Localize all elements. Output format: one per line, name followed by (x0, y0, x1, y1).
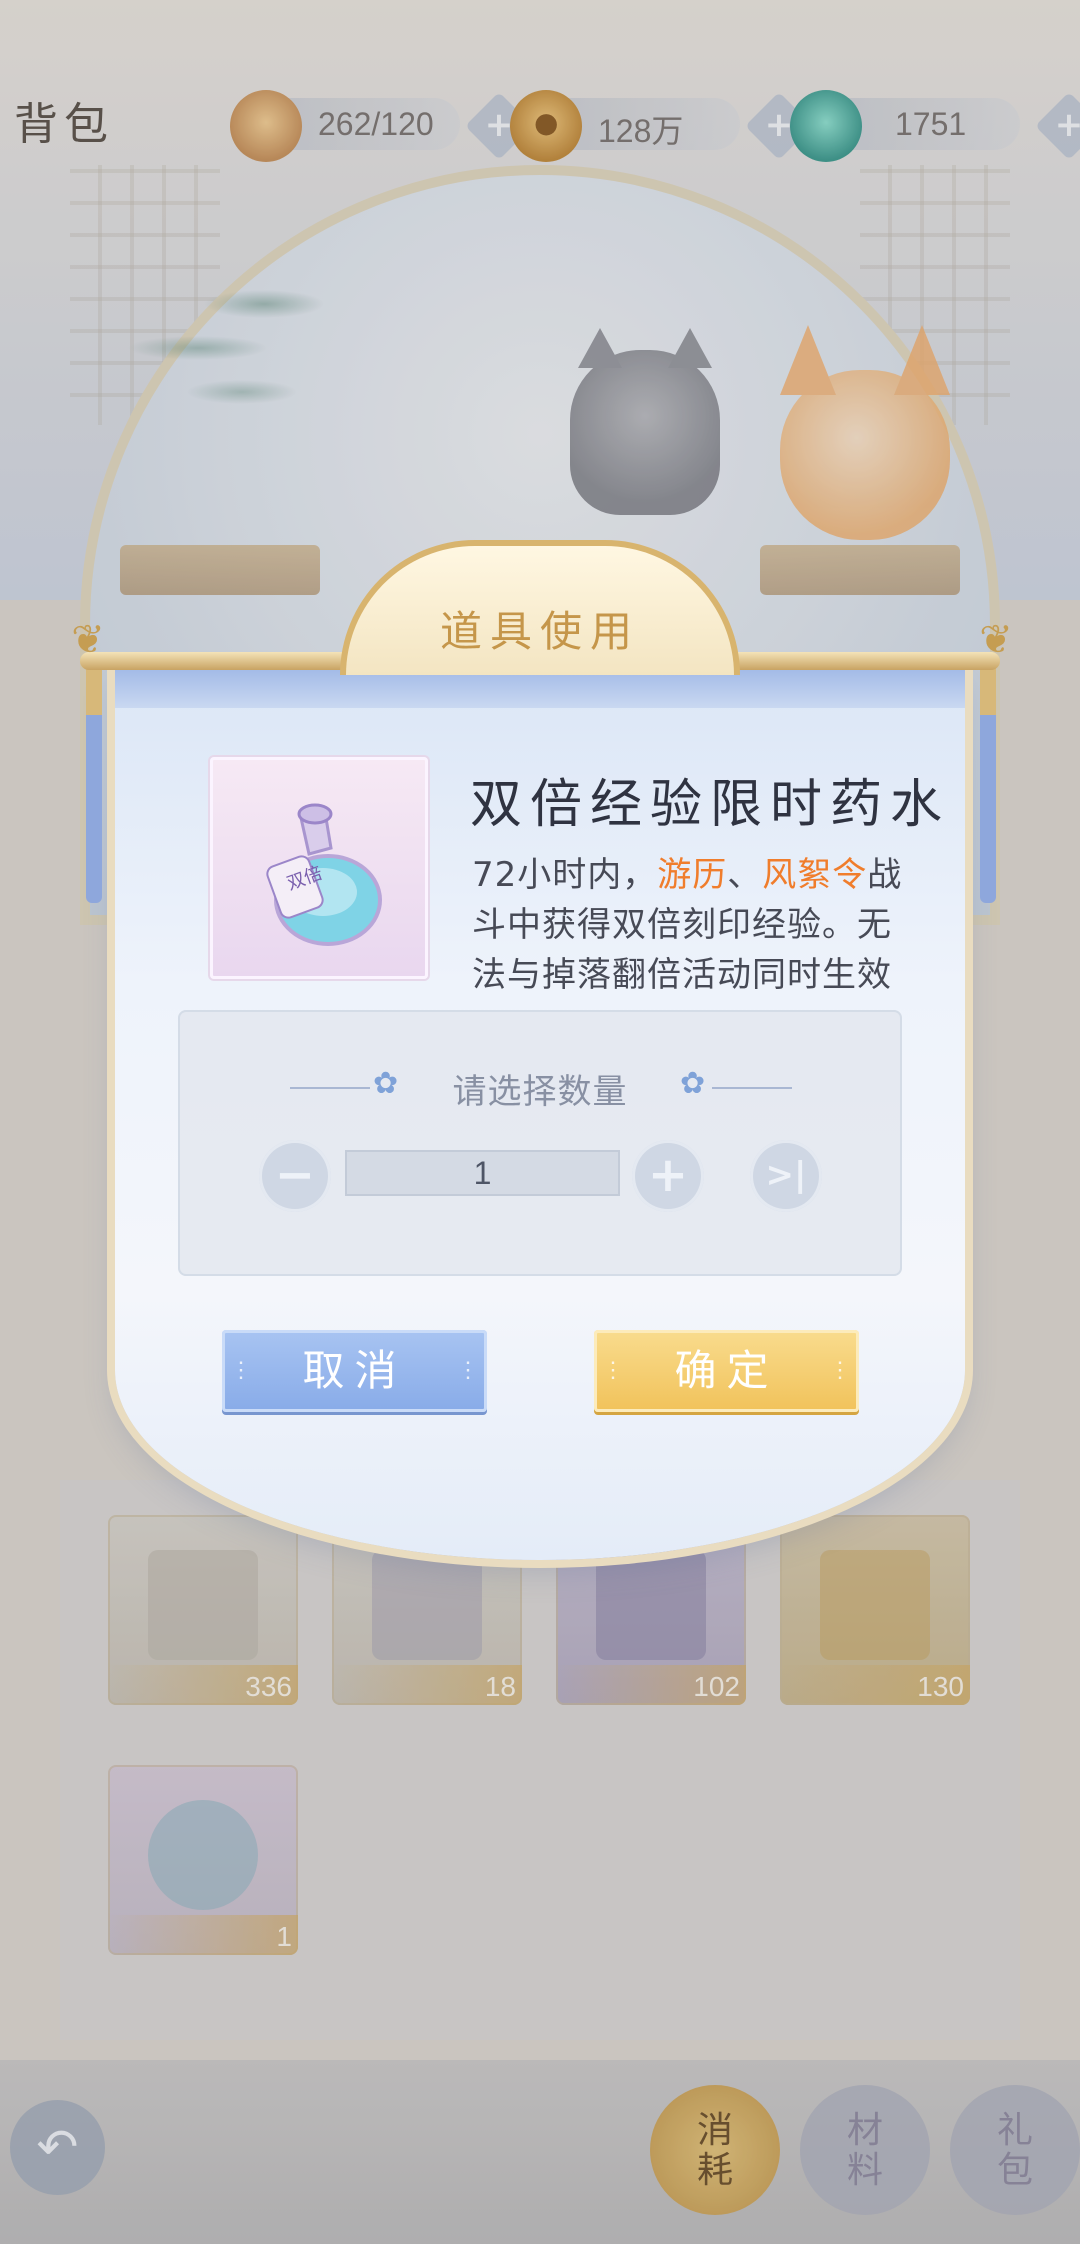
flower-icon: ✿ (680, 1066, 706, 1101)
ornament-icon: ⋮ (457, 1358, 479, 1383)
decrease-quantity-button[interactable]: − (259, 1140, 331, 1212)
rod-ornament-left-icon: ❦ (71, 617, 105, 663)
dialog-title: 道具使用 (439, 607, 640, 656)
item-name: 双倍经验限时药水 (470, 775, 951, 835)
divider-line (712, 1087, 792, 1089)
cancel-button[interactable]: ⋮ 取消 ⋮ (222, 1330, 487, 1412)
item-icon-frame: 双倍 (210, 757, 428, 979)
minus-icon: − (274, 1147, 316, 1203)
confirm-label: 确定 (674, 1346, 779, 1395)
increase-quantity-button[interactable]: + (632, 1140, 704, 1212)
ornament-icon: ⋮ (230, 1358, 252, 1383)
skip-to-max-icon: >| (765, 1155, 807, 1195)
tassel-right (980, 668, 996, 903)
item-description: 72小时内，游历、风絮令战斗中获得双倍刻印经验。无法与掉落翻倍活动同时生效 (472, 855, 903, 995)
cancel-label: 取消 (302, 1346, 407, 1395)
quantity-prompt: 请选择数量 (452, 1072, 628, 1112)
quantity-input[interactable]: 1 (345, 1150, 620, 1196)
confirm-button[interactable]: ⋮ 确定 ⋮ (594, 1330, 859, 1412)
ornament-icon: ⋮ (829, 1358, 851, 1383)
tassel-left (86, 668, 102, 903)
highlight-youli: 游历 (657, 855, 728, 895)
plus-icon: + (647, 1147, 689, 1203)
ornament-icon: ⋮ (602, 1358, 624, 1383)
rod-ornament-right-icon: ❦ (979, 617, 1013, 663)
double-exp-potion-icon: 双倍 (266, 803, 382, 946)
max-quantity-button[interactable]: >| (750, 1140, 822, 1212)
highlight-fengxuling: 风絮令 (762, 855, 868, 895)
